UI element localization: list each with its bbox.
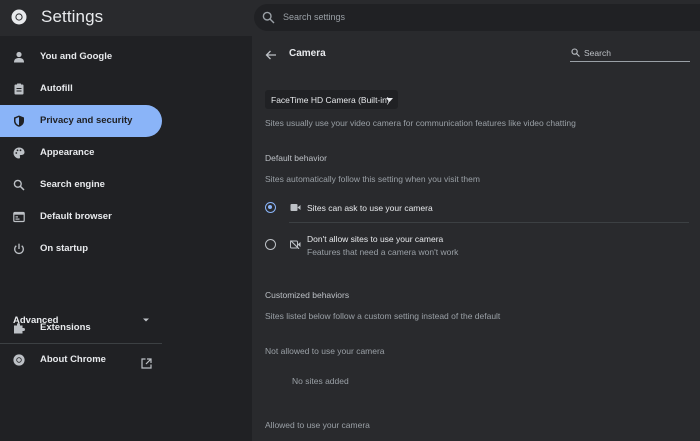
customized-behaviors-heading: Customized behaviors [265, 290, 350, 300]
camera-description: Sites usually use your video camera for … [265, 118, 576, 128]
search-placeholder: Search [584, 48, 611, 58]
block-camera-radio[interactable] [265, 239, 276, 250]
browser-icon [13, 211, 25, 223]
shield-icon [14, 115, 24, 127]
search-icon [13, 179, 25, 191]
app-title: Settings [41, 7, 104, 26]
chrome-logo-icon [11, 9, 27, 25]
no-sites-added-text: No sites added [292, 376, 349, 386]
customized-behaviors-description: Sites listed below follow a custom setti… [265, 311, 501, 321]
camera-settings-panel: Camera Search FaceTime HD Camera (Built-… [252, 36, 700, 441]
sidebar-item-label: Privacy and security [40, 115, 133, 126]
selected-camera: FaceTime HD Camera (Built-in) [271, 95, 390, 105]
allowed-heading: Allowed to use your camera [265, 420, 370, 430]
sidebar: You and Google Autofill Privacy and secu… [0, 36, 252, 441]
sidebar-item-label: Extensions [40, 322, 91, 333]
default-behavior-heading: Default behavior [265, 153, 327, 163]
subpage-search-input[interactable]: Search [570, 44, 690, 62]
search-placeholder: Search settings [283, 12, 346, 22]
top-bar: Settings Search settings [0, 0, 700, 36]
sidebar-item-default-browser[interactable]: Default browser [0, 201, 162, 233]
search-icon [571, 48, 580, 57]
default-behavior-description: Sites automatically follow this setting … [265, 174, 480, 184]
search-icon [262, 11, 275, 24]
sidebar-item-label: Search engine [40, 179, 105, 190]
sidebar-item-label: Default browser [40, 211, 112, 222]
video-camera-off-icon [290, 240, 301, 249]
dropdown-arrow-icon [386, 98, 393, 102]
chrome-icon [13, 354, 25, 366]
sidebar-item-you-and-google[interactable]: You and Google [0, 41, 162, 73]
sidebar-item-privacy-and-security[interactable]: Privacy and security [0, 105, 162, 137]
person-icon [14, 51, 24, 63]
sidebar-item-appearance[interactable]: Appearance [0, 137, 162, 169]
block-camera-sublabel: Features that need a camera won't work [307, 247, 459, 257]
puzzle-icon [14, 323, 25, 334]
palette-icon [13, 147, 25, 159]
sidebar-item-autofill[interactable]: Autofill [0, 73, 162, 105]
allow-camera-radio[interactable] [265, 202, 276, 213]
sidebar-item-label: You and Google [40, 51, 113, 62]
block-camera-label: Don't allow sites to use your camera [307, 234, 444, 244]
page-title: Camera [289, 48, 326, 59]
clipboard-icon [14, 83, 24, 95]
video-camera-icon [290, 204, 301, 211]
sidebar-item-on-startup[interactable]: On startup [0, 233, 162, 265]
sidebar-item-extensions[interactable]: Extensions [0, 312, 162, 344]
power-icon [14, 243, 24, 255]
back-arrow-icon[interactable] [265, 50, 277, 60]
not-allowed-heading: Not allowed to use your camera [265, 346, 385, 356]
camera-select-dropdown[interactable]: FaceTime HD Camera (Built-in) [265, 90, 398, 109]
sidebar-item-label: About Chrome [40, 354, 106, 365]
sidebar-item-label: Autofill [40, 83, 73, 94]
sidebar-item-label: Appearance [40, 147, 95, 158]
settings-search-input[interactable]: Search settings [254, 4, 700, 31]
options-divider [289, 222, 689, 223]
allow-camera-label: Sites can ask to use your camera [307, 203, 433, 213]
sidebar-item-label: On startup [40, 243, 89, 254]
sidebar-item-search-engine[interactable]: Search engine [0, 169, 162, 201]
sidebar-item-about-chrome[interactable]: About Chrome [0, 344, 162, 376]
